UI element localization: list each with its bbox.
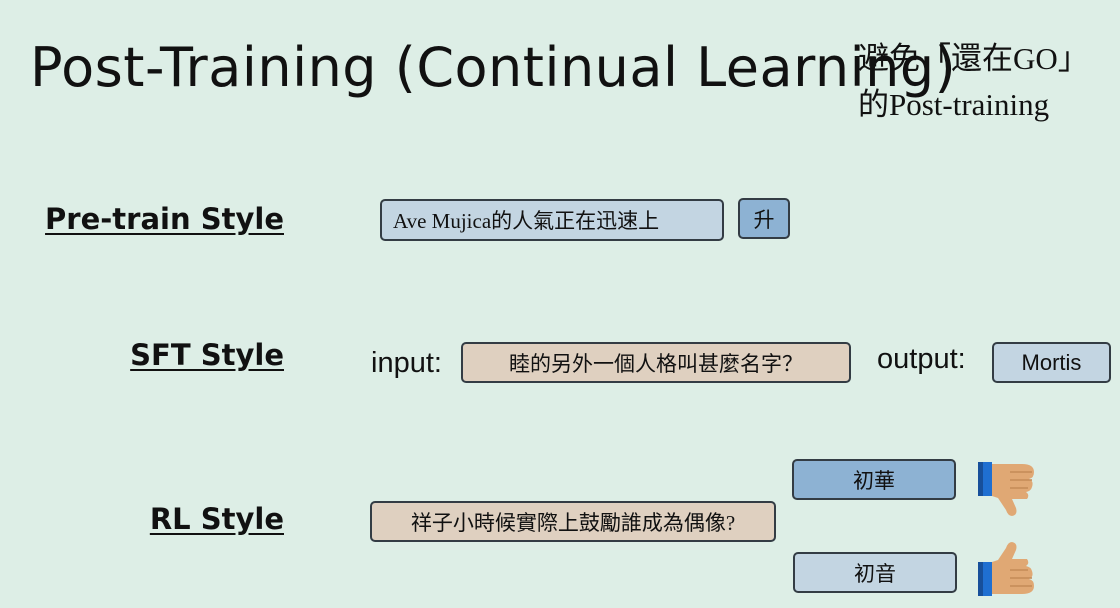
side-note: 避免「還在GO」 的Post-training <box>858 36 1118 128</box>
sft-output-box: Mortis <box>992 342 1111 383</box>
rl-prompt-box: 祥子小時候實際上鼓勵誰成為偶像? <box>370 501 776 542</box>
slide-title: Post-Training (Continual Learning) <box>30 36 957 99</box>
thumbs-down-icon <box>976 458 1038 518</box>
thumbs-up-icon <box>976 542 1038 602</box>
side-note-line-1: 避免「還在GO」 <box>858 41 1089 76</box>
sft-input-label: input: <box>371 347 442 379</box>
rl-bad-answer-box: 初華 <box>792 459 956 500</box>
sft-output-label: output: <box>877 343 966 375</box>
sft-style-label: SFT Style <box>130 338 284 372</box>
sft-input-box: 睦的另外一個人格叫甚麼名字？ <box>461 342 851 383</box>
pretrain-style-label: Pre-train Style <box>45 202 284 236</box>
side-note-line-2: 的Post-training <box>858 87 1050 122</box>
rl-style-label: RL Style <box>149 502 284 536</box>
pretrain-text-box: Ave Mujica的人氣正在迅速上 <box>380 199 724 241</box>
pretrain-next-token-box: 升 <box>738 198 790 239</box>
rl-good-answer-box: 初音 <box>793 552 957 593</box>
